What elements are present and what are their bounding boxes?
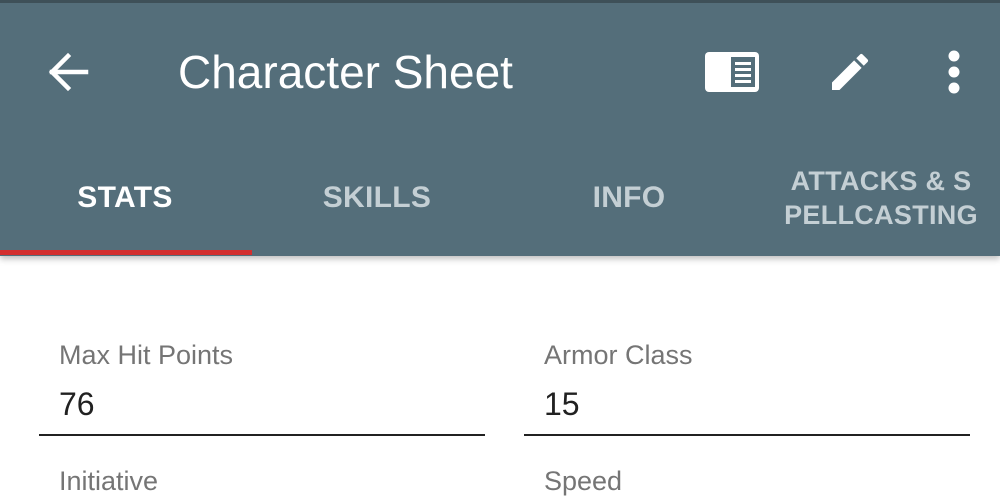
- tab-info[interactable]: INFO: [504, 140, 754, 256]
- field-label: Initiative: [59, 466, 159, 496]
- field-underline: [39, 434, 485, 436]
- tab-label-line-1: ATTACKS & S: [790, 166, 972, 196]
- back-button[interactable]: [40, 44, 96, 100]
- tab-label: ATTACKS & S PELLCASTING: [776, 164, 986, 232]
- more-options-button[interactable]: [924, 42, 984, 102]
- book-view-button[interactable]: [702, 42, 762, 102]
- field-label: Speed: [544, 466, 623, 496]
- app-bar: Character Sheet STATS SKILLS INFO ATTACK…: [0, 0, 1000, 256]
- tab-label: INFO: [592, 181, 666, 214]
- field-label: Armor Class: [544, 340, 693, 370]
- tab-attacks-spellcasting[interactable]: ATTACKS & S PELLCASTING: [756, 140, 1000, 256]
- book-view-icon: [705, 52, 759, 92]
- tab-skills[interactable]: SKILLS: [252, 140, 502, 256]
- status-divider: [0, 0, 1000, 3]
- character-sheet-screen: Character Sheet STATS SKILLS INFO ATTACK…: [0, 0, 1000, 500]
- active-tab-indicator: [0, 250, 252, 255]
- tab-label: SKILLS: [322, 181, 432, 214]
- edit-button[interactable]: [820, 42, 880, 102]
- page-title: Character Sheet: [178, 46, 513, 98]
- field-label: Max Hit Points: [59, 340, 234, 370]
- field-underline: [524, 434, 970, 436]
- more-vert-icon: [948, 50, 960, 94]
- tab-label-line-2: PELLCASTING: [784, 200, 978, 230]
- edit-pencil-icon: [832, 53, 869, 90]
- tab-bar: STATS SKILLS INFO ATTACKS & S PELLCASTIN…: [0, 140, 1000, 256]
- tab-stats[interactable]: STATS: [0, 140, 250, 256]
- field-value[interactable]: 76: [59, 386, 95, 423]
- arrow-back-icon: [48, 52, 89, 92]
- field-value[interactable]: 15: [544, 386, 580, 423]
- tab-label: STATS: [77, 181, 173, 214]
